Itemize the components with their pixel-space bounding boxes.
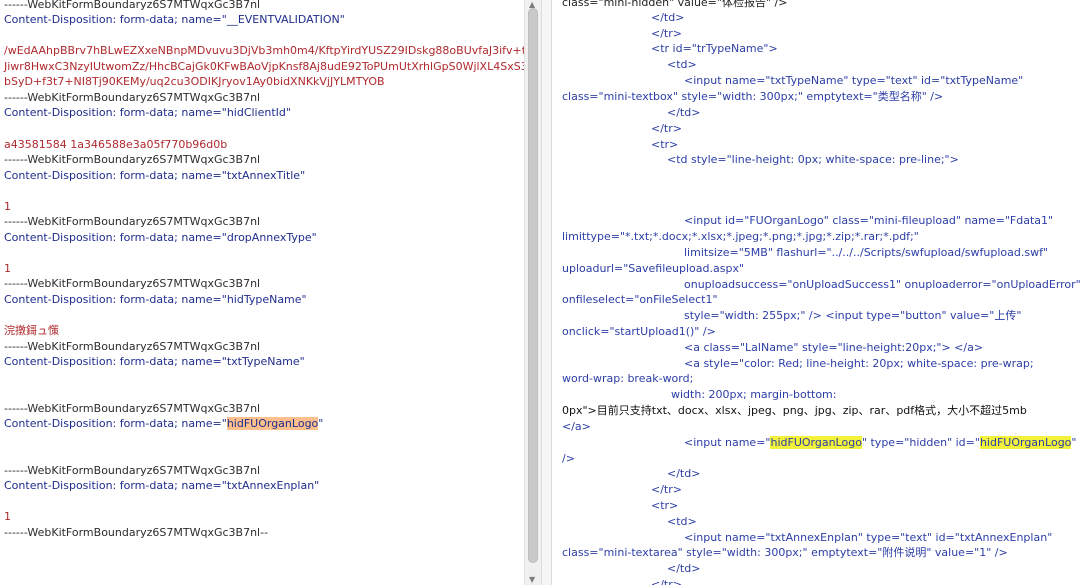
source-line: </tr> (651, 122, 682, 135)
source-line: style="width: 255px;" /> <input type="bu… (684, 309, 1022, 322)
source-line: class="mini-textbox" style="width: 300px… (562, 90, 944, 103)
source-line: <a style="color: Red; line-height: 20px;… (684, 357, 1034, 370)
source-line: onclick="startUpload1()" /> (562, 325, 716, 338)
boundary-line: ------WebKitFormBoundaryz6S7MTWqxGc3B7nl (4, 215, 261, 228)
html-source-pane[interactable]: class="mini-hidden" value="体检报告" /> </td… (552, 0, 1080, 585)
value-line: 1 (4, 510, 11, 523)
source-line: <tr> (651, 138, 679, 151)
request-body-pane[interactable]: ------WebKitFormBoundaryz6S7MTWqxGc3B7nl… (0, 0, 524, 585)
source-line: <tr> (651, 499, 679, 512)
source-line: limittype="*.txt;*.docx;*.xlsx;*.jpeg;*.… (562, 230, 919, 243)
search-highlight: hidFUOrganLogo (226, 417, 319, 430)
source-line: </tr> (651, 483, 682, 496)
source-line: uploadurl="Savefileupload.aspx" (562, 262, 745, 275)
source-line: /> (562, 452, 575, 465)
source-line: </td> (667, 106, 701, 119)
content-disposition-suffix: " (318, 417, 324, 430)
value-line: 1 (4, 200, 11, 213)
source-line: width: 200px; margin-bottom: (671, 388, 837, 401)
source-line: <input id="FUOrganLogo" class="mini-file… (684, 214, 1054, 227)
scrollbar-thumb[interactable] (528, 8, 538, 563)
value-line: 浣撴鎶ュ憡 (4, 324, 59, 337)
source-middle: " type="hidden" id=" (861, 436, 980, 449)
search-highlight: hidFUOrganLogo (770, 436, 862, 449)
source-line: <input name="txtTypeName" type="text" id… (684, 74, 1024, 87)
boundary-line: ------WebKitFormBoundaryz6S7MTWqxGc3B7nl (4, 340, 261, 353)
boundary-line: ------WebKitFormBoundaryz6S7MTWqxGc3B7nl (4, 153, 261, 166)
source-line: <input name="hidFUOrganLogo" type="hidde… (684, 435, 1080, 450)
source-line: <tr id="trTypeName"> (651, 42, 778, 55)
left-pane-scrollbar[interactable]: ▲ ▼ (524, 0, 542, 585)
content-disposition-line: Content-Disposition: form-data; name="tx… (4, 479, 320, 492)
content-disposition-line: Content-Disposition: form-data; name="dr… (4, 231, 317, 244)
source-line: <td> (667, 58, 697, 71)
value-line: Jiwr8HwxC3NzyIUtwomZz/HhcBCajGk0KFwBAoVj… (4, 60, 524, 73)
source-line: onfileselect="onFileSelect1" (562, 293, 718, 306)
source-line: </td> (667, 467, 701, 480)
source-line: word-wrap: break-word; (562, 372, 694, 385)
content-disposition-line: Content-Disposition: form-data; name="tx… (4, 169, 306, 182)
content-disposition-line: Content-Disposition: form-data; name="__… (4, 13, 345, 26)
source-line: class="mini-textarea" style="width: 300p… (562, 546, 1008, 559)
scroll-down-arrow-icon[interactable]: ▼ (529, 575, 535, 584)
content-disposition-line: Content-Disposition: form-data; name="hi… (4, 293, 307, 306)
boundary-line: ------WebKitFormBoundaryz6S7MTWqxGc3B7nl (4, 91, 261, 104)
value-line: bSyD+f3t7+NI8Tj90KEMy/uq2cu3ODIKJryov1Ay… (4, 75, 385, 88)
search-highlight: hidFUOrganLogo (979, 436, 1072, 449)
content-disposition-line: Content-Disposition: form-data; name="hi… (4, 106, 291, 119)
content-disposition-prefix: Content-Disposition: form-data; name=" (4, 417, 227, 430)
boundary-line: ------WebKitFormBoundaryz6S7MTWqxGc3B7nl (4, 277, 261, 290)
value-line: /wEdAAhpBBrv7hBLwEZXxeNBnpMDvuvu3DjVb3mh… (4, 44, 524, 57)
boundary-line: ------WebKitFormBoundaryz6S7MTWqxGc3B7nl (4, 0, 261, 11)
source-line: </tr> (651, 27, 682, 40)
content-disposition-line: Content-Disposition: form-data; name="hi… (4, 416, 323, 431)
boundary-line: ------WebKitFormBoundaryz6S7MTWqxGc3B7nl (4, 464, 261, 477)
value-line: a43581584 1a346588e3a05f770b96d0b (4, 138, 228, 151)
source-line: </tr> (651, 578, 682, 585)
source-suffix: " /> (1071, 436, 1080, 449)
boundary-line: ------WebKitFormBoundaryz6S7MTWqxGc3B7nl… (4, 526, 269, 539)
pane-splitter[interactable] (541, 0, 552, 585)
source-line: </a> (562, 420, 591, 433)
content-disposition-line: Content-Disposition: form-data; name="tx… (4, 355, 305, 368)
source-prefix: <input name=" (684, 436, 771, 449)
source-line: <td style="line-height: 0px; white-space… (667, 153, 959, 166)
source-line: 0px">目前只支持txt、docx、xlsx、jpeg、png、jpg、zip… (562, 404, 1027, 417)
source-line: </td> (651, 11, 685, 24)
value-line: 1 (4, 262, 11, 275)
source-line: limitsize="5MB" flashurl="../../../Scrip… (684, 246, 1049, 259)
source-line: class="mini-hidden" value="体检报告" /> (562, 0, 788, 9)
boundary-line: ------WebKitFormBoundaryz6S7MTWqxGc3B7nl (4, 402, 261, 415)
source-line: <td> (667, 515, 697, 528)
source-line: <a class="LalName" style="line-height:20… (684, 341, 984, 354)
source-line: </td> (667, 562, 701, 575)
source-line: <input name="txtAnnexEnplan" type="text"… (684, 531, 1053, 544)
source-line: onuploadsuccess="onUploadSuccess1" onupl… (684, 278, 1080, 291)
